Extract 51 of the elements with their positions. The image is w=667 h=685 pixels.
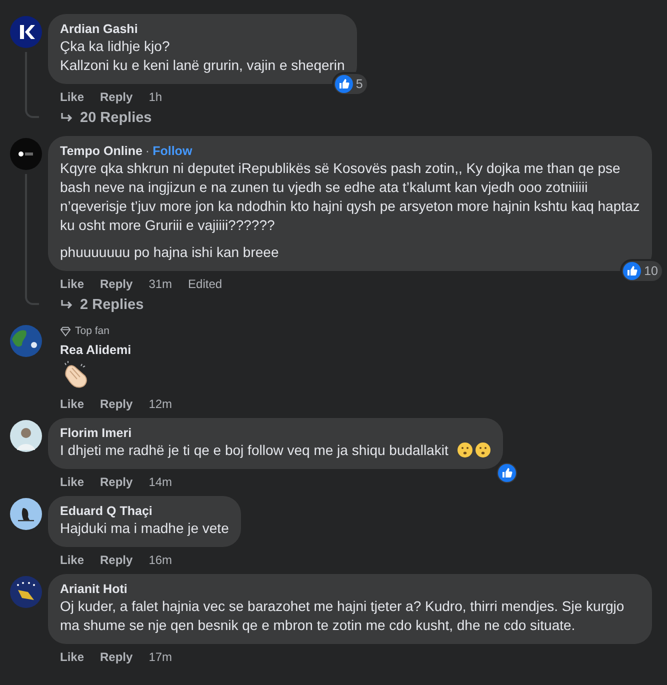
like-icon (498, 464, 516, 482)
timestamp[interactable]: 1h (148, 89, 162, 105)
logo-avatar-icon[interactable] (10, 16, 42, 48)
commenter-name[interactable]: Ardian Gashi (60, 21, 138, 37)
view-replies-link[interactable]: 20 Replies (60, 110, 152, 126)
like-link[interactable]: Like (60, 474, 84, 490)
avatar-picture-icon[interactable] (10, 576, 42, 608)
reply-link[interactable]: Reply (100, 649, 133, 665)
reply-arrow-icon (60, 299, 74, 311)
timestamp[interactable]: 12m (148, 396, 172, 412)
reaction-count[interactable] (496, 463, 517, 483)
avatar-picture-icon[interactable] (10, 325, 42, 357)
like-link[interactable]: Like (60, 396, 84, 412)
like-icon (334, 75, 353, 93)
comment-text: phuuuuuuu po hajna ishi kan breee (60, 243, 280, 262)
like-link[interactable]: Like (60, 649, 84, 665)
reply-link[interactable]: Reply (100, 552, 133, 568)
view-replies-link[interactable]: 2 Replies (60, 297, 144, 313)
comment-text: Kqyre qka shkrun ni deputet iRepublikës së Kosovës pash zotin,, Ky dojka me than qe pse bash neve na ingjizun e na zunen tu vjedh se edhe ata t’kalumt kan vjedh ooo zotniiiii n’qeverisje t’juv more jon ka ndodhin kto hajni qysh pe arsyeton more hajnin kshtu kaq haptaz ku osht more Gruriii e vajiiii?????? (60, 160, 640, 233)
thread-line (25, 52, 39, 118)
commenter-name[interactable]: Eduard Q Thaçi (60, 503, 152, 519)
diamond-icon (60, 326, 71, 336)
follow-link[interactable]: Follow (152, 143, 192, 159)
like-icon (623, 262, 642, 280)
reaction-count[interactable]: 10 (622, 261, 662, 281)
comment-text: I dhjeti me radhë je ti qe e boj follow veq me ja shiqu budallakit (60, 442, 448, 458)
timestamp[interactable]: 31m (148, 276, 172, 292)
like-link[interactable]: Like (60, 552, 84, 568)
avatar-picture-icon[interactable] (10, 420, 42, 452)
commenter-name[interactable]: Arianit Hoti (60, 581, 128, 597)
timestamp[interactable]: 16m (148, 552, 172, 568)
timestamp[interactable]: 17m (148, 649, 172, 665)
edited-label: Edited (188, 276, 222, 292)
reply-link[interactable]: Reply (100, 276, 133, 292)
top-fan-label: Top fan (75, 325, 110, 337)
like-link[interactable]: Like (60, 89, 84, 105)
timestamp[interactable]: 14m (148, 474, 172, 490)
comment-text: Oj kuder, a falet hajnia vec se barazohet me hajni tjeter a? Kudro, thirri mendjes. Sje kurgjo ma shume se nje qen besnik qe e mbron te zotin me cdo kusht, dhe ne cdo situate. (60, 598, 624, 633)
avatar-picture-icon[interactable] (10, 498, 42, 530)
comment-text: Hajduki ma i madhe je vete (60, 520, 229, 536)
commenter-name[interactable]: Tempo Online (60, 143, 142, 159)
reply-link[interactable]: Reply (100, 474, 133, 490)
separator-dot: · (145, 143, 150, 159)
comment-text: Çka ka lidhje kjo? Kallzoni ku e keni lanë grurin, vajin e sheqerin (60, 38, 345, 73)
commenter-name[interactable]: Florim Imeri (60, 425, 132, 441)
reply-link[interactable]: Reply (100, 396, 133, 412)
commenter-name[interactable]: Rea Alidemi (60, 343, 132, 357)
reply-arrow-icon (60, 112, 74, 124)
reply-link[interactable]: Reply (100, 89, 133, 105)
like-link[interactable]: Like (60, 276, 84, 292)
reaction-count[interactable]: 5 (334, 74, 367, 94)
